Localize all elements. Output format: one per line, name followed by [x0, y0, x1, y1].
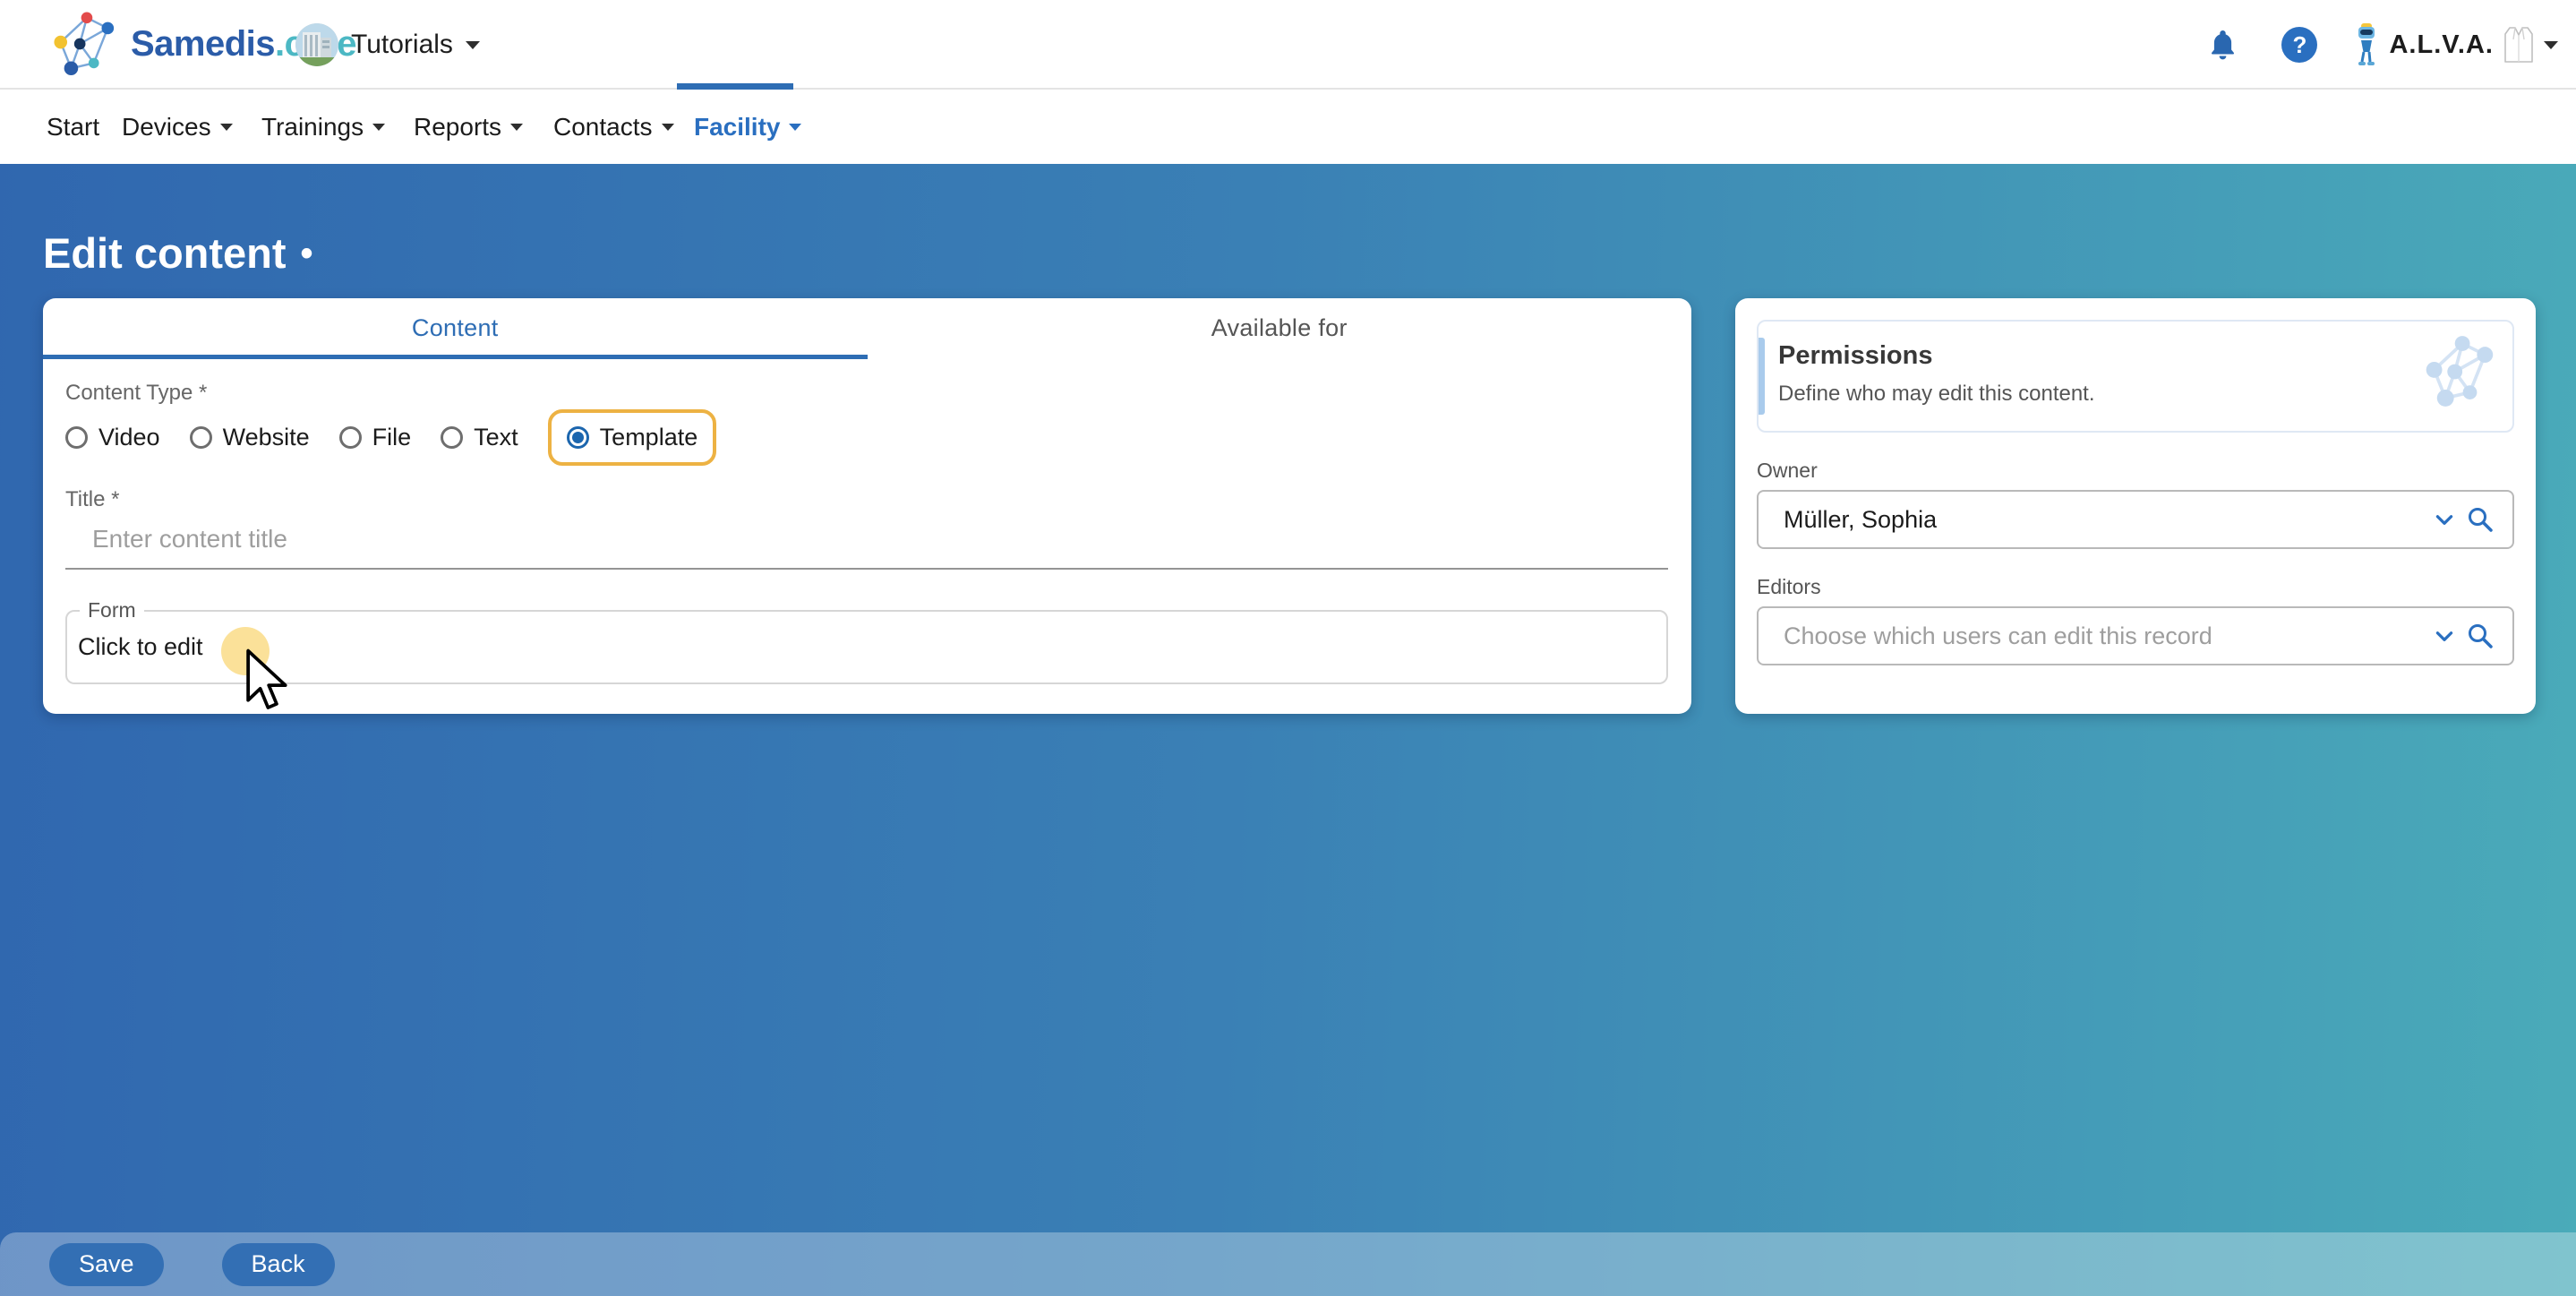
owner-select[interactable] — [1757, 490, 2514, 549]
top-bar-actions: ? A.L.V.A. — [2209, 0, 2558, 90]
radio-label: Video — [98, 424, 160, 451]
nav-item-start[interactable]: Start — [47, 90, 99, 164]
robot-assistant-icon — [2353, 22, 2380, 67]
radio-label: File — [372, 424, 412, 451]
radio-label: Text — [474, 424, 518, 451]
radio-icon-selected — [567, 426, 589, 449]
nav-item-facility[interactable]: Facility — [694, 90, 801, 164]
permissions-title: Permissions — [1778, 341, 2491, 371]
top-bar: Samedis.care — [0, 0, 2576, 90]
radio-icon — [441, 426, 463, 449]
chevron-down-icon[interactable] — [2426, 618, 2462, 654]
mouse-cursor — [245, 647, 292, 718]
help-icon[interactable]: ? — [2281, 27, 2317, 63]
chevron-down-icon — [2544, 41, 2558, 49]
tab-content[interactable]: Content — [43, 298, 868, 359]
owner-value[interactable] — [1760, 505, 2426, 535]
content-type-label: Content Type * — [65, 381, 1668, 406]
editors-select[interactable] — [1757, 606, 2514, 665]
save-button[interactable]: Save — [49, 1243, 164, 1286]
tab-available-for[interactable]: Available for — [868, 298, 1692, 359]
user-name: A.L.V.A. — [2389, 30, 2494, 60]
chevron-down-icon[interactable] — [2426, 502, 2462, 537]
radio-option-file[interactable]: File — [339, 424, 412, 451]
lab-coat-icon — [2503, 25, 2535, 64]
main-nav: Start Devices Trainings Reports Contacts… — [0, 90, 2576, 164]
samedis-logo-icon — [52, 9, 118, 79]
help-glyph: ? — [2293, 31, 2307, 59]
active-nav-indicator — [677, 83, 793, 90]
content-type-radio-group: Video Website File Text Template — [65, 408, 1668, 466]
footer-action-bar: Save Back — [0, 1232, 2576, 1296]
user-menu[interactable]: A.L.V.A. — [2353, 22, 2558, 67]
search-icon[interactable] — [2462, 502, 2498, 537]
chevron-down-icon — [789, 124, 801, 131]
radio-icon — [65, 426, 88, 449]
radio-label: Website — [223, 424, 310, 451]
title-input[interactable] — [65, 512, 1668, 570]
radio-option-template[interactable]: Template — [548, 409, 717, 466]
back-button[interactable]: Back — [222, 1243, 335, 1286]
content-form: Content Type * Video Website File Text — [43, 359, 1691, 684]
radio-option-video[interactable]: Video — [65, 424, 160, 451]
app-window: Samedis.care — [0, 0, 2576, 1296]
title-label: Title * — [65, 487, 1668, 512]
radio-icon — [190, 426, 212, 449]
editors-label: Editors — [1757, 575, 2514, 599]
permissions-card: Permissions Define who may edit this con… — [1735, 298, 2536, 714]
network-permissions-icon — [2423, 334, 2498, 409]
permissions-header: Permissions Define who may edit this con… — [1757, 320, 2514, 433]
radio-option-text[interactable]: Text — [441, 424, 518, 451]
nav-item-trainings[interactable]: Trainings — [261, 90, 385, 164]
nav-item-devices[interactable]: Devices — [122, 90, 233, 164]
radio-icon — [339, 426, 362, 449]
nav-item-contacts[interactable]: Contacts — [553, 90, 674, 164]
nav-item-reports[interactable]: Reports — [414, 90, 523, 164]
editor-tabs: Content Available for — [43, 298, 1691, 359]
form-click-to-edit[interactable]: Click to edit — [78, 633, 203, 661]
radio-label: Template — [600, 424, 698, 451]
form-fieldset: Form Click to edit — [65, 598, 1668, 684]
editors-input[interactable] — [1760, 622, 2426, 651]
permissions-description: Define who may edit this content. — [1778, 382, 2491, 407]
unsaved-changes-dot: • — [301, 234, 313, 273]
page-title: Edit content• — [43, 228, 313, 278]
radio-option-website[interactable]: Website — [190, 424, 310, 451]
chevron-down-icon — [662, 124, 674, 131]
search-icon[interactable] — [2462, 618, 2498, 654]
notifications-bell-icon[interactable] — [2209, 30, 2237, 61]
owner-label: Owner — [1757, 459, 2514, 483]
chevron-down-icon — [372, 124, 385, 131]
facility-avatar — [295, 23, 338, 66]
form-legend: Form — [80, 598, 144, 622]
chevron-down-icon — [220, 124, 233, 131]
chevron-down-icon — [510, 124, 523, 131]
chevron-down-icon — [466, 41, 480, 49]
accent-bar — [1759, 338, 1765, 415]
context-menu-label: Tutorials — [351, 30, 453, 60]
facility-context-menu[interactable]: Tutorials — [295, 0, 480, 90]
